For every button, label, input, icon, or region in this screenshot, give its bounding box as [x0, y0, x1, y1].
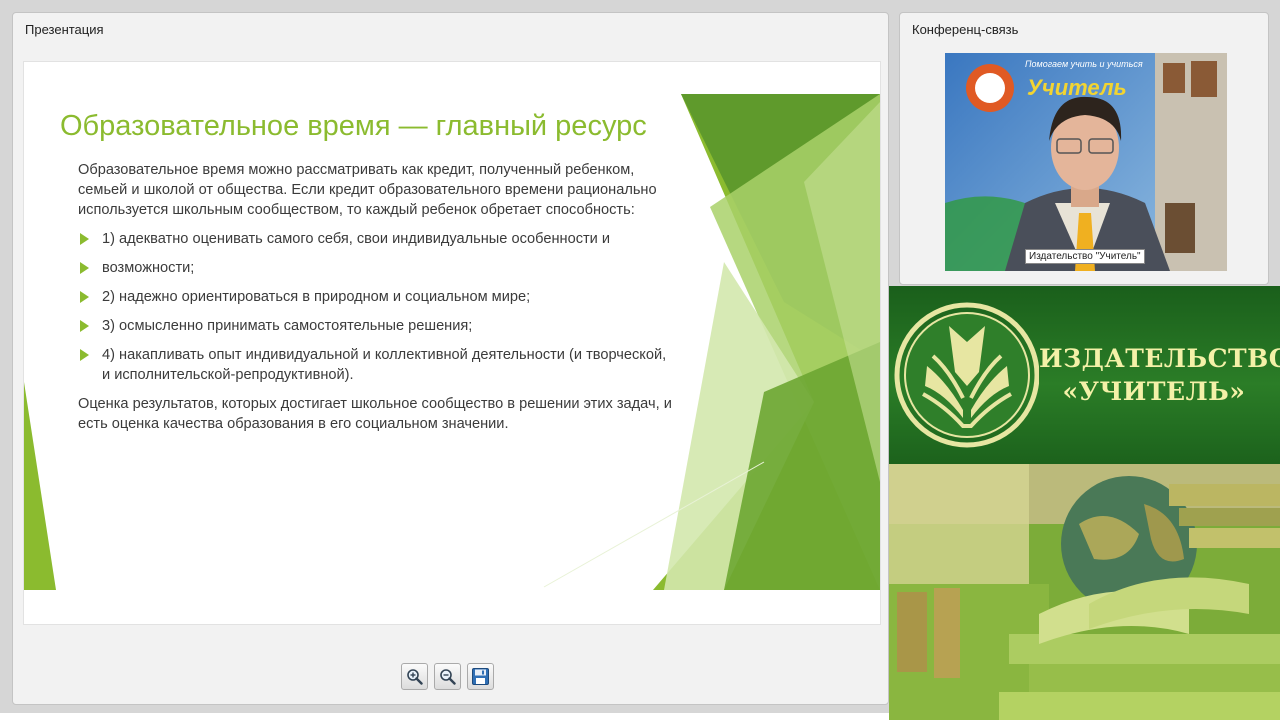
bullet-text: возможности; [102, 260, 195, 276]
bullet-arrow-icon [80, 291, 89, 303]
zoom-out-icon [440, 669, 456, 685]
publisher-banner: ИЗДАТЕЛЬСТВО «УЧИТЕЛЬ» [889, 286, 1280, 464]
bullet-text: 4) накапливать опыт индивидуальной и кол… [102, 347, 667, 383]
slide-body: Образовательное время можно рассматриват… [78, 160, 678, 443]
bottom-strip [0, 713, 889, 720]
publisher-name-line2: «УЧИТЕЛЬ» [1062, 377, 1246, 406]
video-caption: Издательство "Учитель" [1025, 249, 1145, 264]
slide-bullet: 2) надежно ориентироваться в природном и… [78, 287, 678, 307]
video-backdrop-text: Помогаем учить и учиться [1025, 59, 1143, 69]
bullet-arrow-icon [80, 262, 89, 274]
bullet-text: 1) адекватно оценивать самого себя, свои… [102, 231, 611, 247]
presentation-panel-title: Презентация [25, 22, 104, 37]
slide-bullet: 3) осмысленно принимать самостоятельные … [78, 316, 678, 336]
zoom-in-button[interactable] [401, 663, 428, 690]
slide-bullet: возможности; [78, 258, 678, 278]
slide-bullet: 4) накапливать опыт индивидуальной и кол… [78, 345, 678, 385]
books-globe-image [889, 464, 1280, 720]
zoom-in-icon [407, 669, 423, 685]
slide: Образовательное время — главный ресурс О… [23, 61, 881, 625]
slide-bullet: 1) адекватно оценивать самого себя, свои… [78, 229, 678, 249]
slide-intro: Образовательное время можно рассматриват… [78, 162, 657, 218]
publisher-logo-icon [894, 302, 1039, 448]
slide-conclusion: Оценка результатов, которых достигает шк… [78, 396, 672, 432]
video-backdrop-brand: Учитель [1027, 75, 1127, 100]
presentation-panel: Презентация Образовательное время — глав… [12, 12, 889, 705]
save-button[interactable] [467, 663, 494, 690]
presentation-toolbar [401, 663, 494, 690]
bullet-text: 3) осмысленно принимать самостоятельные … [102, 318, 473, 334]
conference-panel: Конференц-связь Помогаем учить и учиться… [899, 12, 1269, 285]
bullet-arrow-icon [80, 349, 89, 361]
bullet-arrow-icon [80, 320, 89, 332]
publisher-name: ИЗДАТЕЛЬСТВО «УЧИТЕЛЬ» [1039, 342, 1280, 408]
zoom-out-button[interactable] [434, 663, 461, 690]
video-scene: Помогаем учить и учиться Учитель [945, 53, 1227, 271]
publisher-panel: ИЗДАТЕЛЬСТВО «УЧИТЕЛЬ» [889, 286, 1280, 720]
video-stream[interactable]: Помогаем учить и учиться Учитель Издател… [945, 53, 1227, 271]
slide-title: Образовательное время — главный ресурс [60, 110, 647, 142]
bullet-arrow-icon [80, 233, 89, 245]
publisher-name-line1: ИЗДАТЕЛЬСТВО [1039, 344, 1280, 373]
conference-panel-title: Конференц-связь [912, 22, 1019, 37]
save-icon [472, 668, 489, 685]
bullet-text: 2) надежно ориентироваться в природном и… [102, 289, 531, 305]
